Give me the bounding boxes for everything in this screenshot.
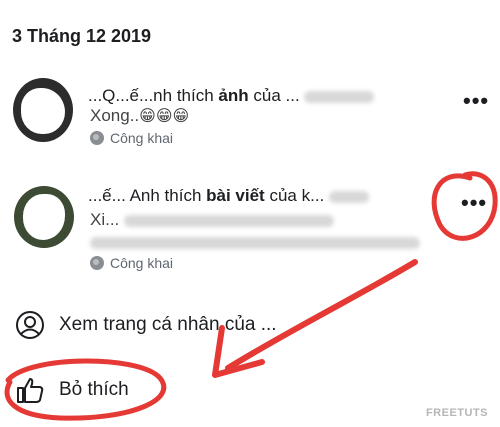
thumbs-up-icon: [17, 378, 44, 403]
date-header: 3 Tháng 12 2019: [12, 26, 152, 46]
profile-icon: [16, 311, 44, 339]
unlike-label: Bỏ thích: [59, 379, 129, 400]
more-options-button[interactable]: •••: [463, 90, 489, 112]
notification-title[interactable]: ...Q...ế...nh thích ảnh của ...: [88, 86, 375, 106]
privacy-indicator: Công khai: [90, 130, 173, 146]
grinning-emoji: 😁😁😁: [139, 108, 190, 125]
globe-icon: [90, 256, 104, 270]
privacy-indicator: Công khai: [90, 255, 173, 271]
globe-icon: [90, 131, 104, 145]
more-options-button[interactable]: •••: [461, 192, 487, 214]
avatar[interactable]: [14, 186, 74, 248]
notification-body-line-2: [90, 232, 420, 252]
notification-title[interactable]: ...ế... Anh thích bài viết của k...: [88, 186, 369, 206]
avatar[interactable]: [13, 78, 73, 142]
view-profile-item[interactable]: Xem trang cá nhân của ...: [15, 310, 277, 340]
unlike-item[interactable]: Bỏ thích: [15, 375, 129, 405]
watermark: FREETUTS: [425, 407, 488, 419]
view-profile-label: Xem trang cá nhân của ...: [59, 314, 277, 335]
notification-body: Xi...: [90, 210, 335, 230]
notification-body: Xong..😁😁😁: [90, 106, 190, 125]
